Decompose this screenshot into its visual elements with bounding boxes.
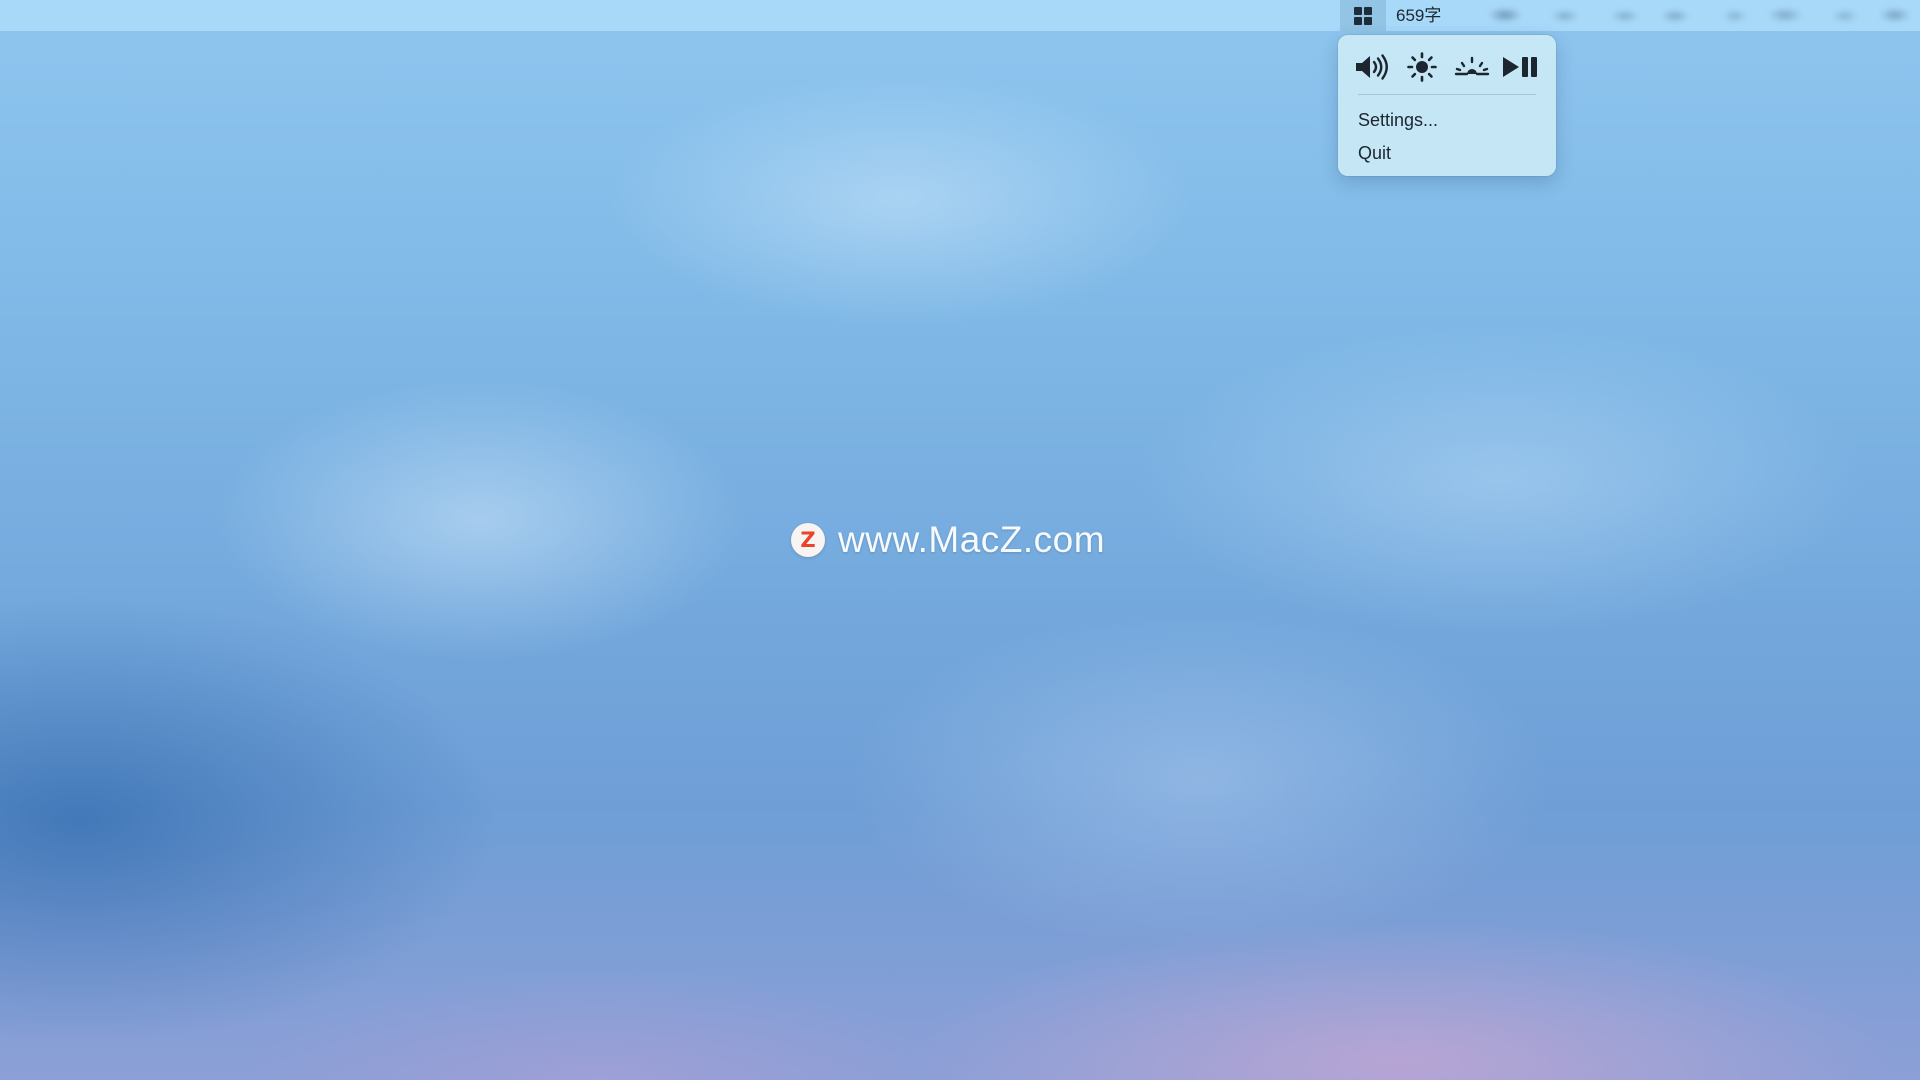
app-popover-menu: Settings... Quit (1338, 35, 1556, 176)
play-pause-icon (1502, 57, 1537, 77)
blurred-status-items (1465, 3, 1920, 28)
desktop-wallpaper: 659字 Settings... Quit Z www.MacZ.com (0, 0, 1920, 1080)
volume-button[interactable] (1352, 49, 1394, 85)
watermark-text: www.MacZ.com (838, 519, 1106, 560)
watermark-logo-letter: Z (800, 527, 816, 552)
grid-icon (1354, 6, 1372, 25)
menu-separator (1358, 94, 1536, 95)
media-controls-row (1352, 47, 1542, 87)
volume-icon (1356, 54, 1388, 80)
watermark: Z www.MacZ.com (791, 519, 1106, 560)
menu-bar: 659字 (0, 0, 1920, 31)
menu-bar-status-area: 659字 (1340, 0, 1451, 31)
brightness-up-button[interactable] (1401, 49, 1443, 85)
brightness-down-button[interactable] (1451, 49, 1493, 85)
play-pause-button[interactable] (1500, 49, 1542, 85)
brightness-icon (1407, 52, 1438, 82)
quit-menu-item[interactable]: Quit (1350, 139, 1544, 167)
word-count-status[interactable]: 659字 (1386, 0, 1451, 31)
menu-bar-app-button[interactable] (1340, 0, 1386, 31)
watermark-logo: Z (791, 523, 825, 557)
settings-menu-item[interactable]: Settings... (1350, 106, 1544, 134)
dim-brightness-icon (1454, 56, 1489, 76)
